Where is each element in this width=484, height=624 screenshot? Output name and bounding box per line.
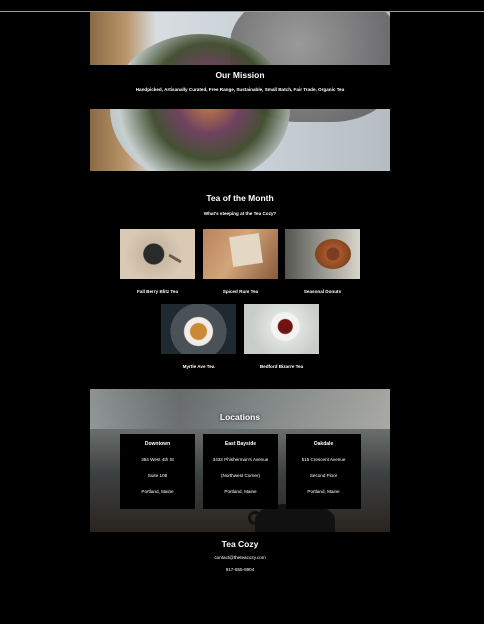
location-address-line: 3433 Phisherman's Avenue	[212, 457, 269, 462]
tea-item[interactable]: Seasonal Donuts	[285, 229, 360, 294]
locations-title: Locations	[219, 412, 261, 422]
location-card: Downtown 384 West 4th St Suite 108 Portl…	[120, 434, 195, 509]
mission-section: Our Mission Handpicked, Artisanally Cura…	[90, 12, 390, 171]
location-city: Portland, Maine	[141, 489, 174, 494]
location-name: Oakdale	[313, 441, 334, 447]
myrtle-ave-image	[161, 304, 236, 354]
tea-item[interactable]: Spiced Rum Tea	[203, 229, 278, 294]
tea-item-name: Spiced Rum Tea	[222, 289, 259, 294]
tea-item[interactable]: Myrtle Ave Tea	[161, 304, 236, 369]
mission-title: Our Mission	[215, 70, 265, 80]
location-address-line: 515 Crescent Avenue	[301, 457, 346, 462]
footer-email-link[interactable]: contact@theteacozy.com	[90, 555, 390, 560]
footer-title: Tea Cozy	[221, 539, 259, 549]
tea-item-name: Myrtle Ave Tea	[182, 364, 215, 369]
location-card: Oakdale 515 Crescent Avenue Second Floor…	[286, 434, 361, 509]
location-address-line: Second Floor	[309, 473, 338, 478]
tea-item[interactable]: Fall Berry Blitz Tea	[120, 229, 195, 294]
location-name: East Bayside	[224, 441, 257, 447]
locations-background-image	[90, 389, 390, 429]
tea-item-name: Seasonal Donuts	[303, 289, 342, 294]
tea-item-name: Bedford Bizarre Tea	[259, 364, 304, 369]
location-address-line: Suite 108	[147, 473, 168, 478]
spiced-rum-image	[203, 229, 278, 279]
tea-item-name: Fall Berry Blitz Tea	[136, 289, 179, 294]
location-address-line: (Northwest Corner)	[220, 473, 261, 478]
locations-section: Locations Downtown 384 West 4th St Suite…	[90, 389, 390, 532]
location-address-line: 384 West 4th St	[141, 457, 174, 462]
donuts-image	[285, 229, 360, 279]
tea-of-month-subtitle: What's steeping at the Tea Cozy?	[203, 211, 277, 216]
mission-text: Handpicked, Artisanally Curated, Free Ra…	[135, 87, 345, 92]
location-city: Portland, Maine	[224, 489, 257, 494]
location-name: Downtown	[144, 441, 171, 447]
tea-of-month-title: Tea of the Month	[206, 193, 274, 203]
footer-phone: 917-555-8904	[225, 567, 255, 572]
location-city: Portland, Maine	[307, 489, 340, 494]
tea-item[interactable]: Bedford Bizarre Tea	[244, 304, 319, 369]
bedford-bizarre-image	[244, 304, 319, 354]
location-card: East Bayside 3433 Phisherman's Avenue (N…	[203, 434, 278, 509]
fall-berry-image	[120, 229, 195, 279]
